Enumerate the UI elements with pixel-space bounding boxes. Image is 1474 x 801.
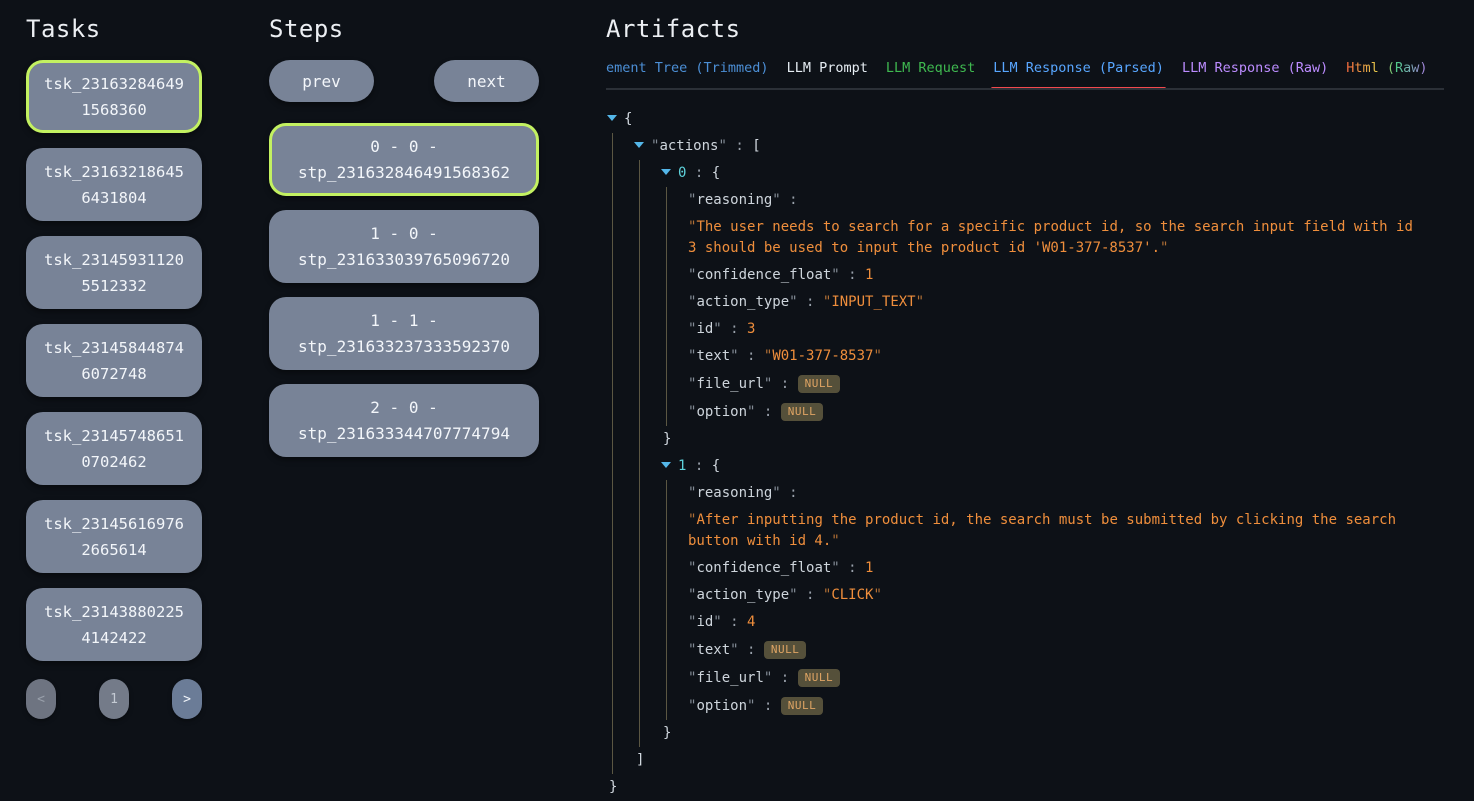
tab-llm-request[interactable]: LLM Request [886,60,975,77]
task-button[interactable]: tsk_231458448746072748 [26,324,202,397]
collapse-arrow-icon[interactable] [607,115,617,121]
json-row: 1 : { [661,453,1418,480]
json-row: "reasoning" : [688,187,1418,214]
json-row: "confidence_float" : 1 [688,555,1418,582]
null-badge: NULL [798,669,841,687]
step-button[interactable]: 0 - 0 - stp_231632846491568362 [269,123,539,196]
step-list: 0 - 0 - stp_231632846491568362 1 - 0 - st… [269,123,539,457]
json-row: "file_url" : NULL [688,664,1418,692]
json-row: "confidence_float" : 1 [688,262,1418,289]
json-row: } [607,774,1418,801]
tasks-pagination: < 1 > [26,679,202,719]
json-children: "actions" : [0 : {"reasoning" :"The user… [612,133,1418,774]
collapse-arrow-icon[interactable] [661,462,671,468]
steps-title: Steps [269,14,539,44]
tab-llm-prompt[interactable]: LLM Prompt [787,60,868,77]
step-button[interactable]: 1 - 0 - stp_231633039765096720 [269,210,539,283]
null-badge: NULL [764,641,807,659]
json-row: "file_url" : NULL [688,370,1418,398]
json-row: "The user needs to search for a specific… [688,214,1418,262]
json-row: { [607,106,1418,133]
json-row: 0 : { [661,160,1418,187]
step-button[interactable]: 1 - 1 - stp_231633237333592370 [269,297,539,370]
json-row: "action_type" : "CLICK" [688,582,1418,609]
tab-html-raw[interactable]: Html (Raw) [1346,60,1427,77]
prev-step-button[interactable]: prev [269,60,374,102]
tab-ement-tree-trimmed[interactable]: ement Tree (Trimmed) [606,60,769,77]
json-children: "reasoning" :"The user needs to search f… [666,187,1418,426]
json-row: "option" : NULL [688,692,1418,720]
task-list: tsk_231632846491568360 tsk_23163218645643… [26,60,202,661]
pagination-next-button[interactable]: > [172,679,202,719]
collapse-arrow-icon[interactable] [661,169,671,175]
next-step-button[interactable]: next [434,60,539,102]
tab-llm-response-raw[interactable]: LLM Response (Raw) [1182,60,1328,77]
artifacts-title: Artifacts [606,14,1446,44]
task-button[interactable]: tsk_231632186456431804 [26,148,202,221]
tasks-panel: Tasks tsk_231632846491568360 tsk_23163218… [26,0,202,719]
json-row: } [661,720,1418,747]
pagination-page-button[interactable]: 1 [99,679,129,719]
json-row: "reasoning" : [688,480,1418,507]
json-row: "id" : 4 [688,609,1418,636]
artifact-tabs: ement Tree (Trimmed) LLM Prompt LLM Reques… [606,60,1444,90]
collapse-arrow-icon[interactable] [634,142,644,148]
json-row: "text" : NULL [688,636,1418,664]
steps-nav-row: prev next [269,60,539,102]
task-button[interactable]: tsk_231632846491568360 [26,60,202,133]
task-button[interactable]: tsk_231457486510702462 [26,412,202,485]
json-row: "id" : 3 [688,316,1418,343]
task-button[interactable]: tsk_231459311205512332 [26,236,202,309]
artifacts-panel: Artifacts ement Tree (Trimmed) LLM Prompt… [606,0,1446,801]
pagination-prev-button[interactable]: < [26,679,56,719]
json-row: } [661,426,1418,453]
tab-llm-response-parsed[interactable]: LLM Response (Parsed) [993,60,1164,77]
null-badge: NULL [781,697,824,715]
json-row: "text" : "W01-377-8537" [688,343,1418,370]
json-row: "After inputting the product id, the sea… [688,507,1418,555]
null-badge: NULL [781,403,824,421]
task-button[interactable]: tsk_231456169762665614 [26,500,202,573]
json-children: "reasoning" :"After inputting the produc… [666,480,1418,720]
json-children: 0 : {"reasoning" :"The user needs to sea… [639,160,1418,747]
json-row: "actions" : [ [634,133,1418,160]
json-row: "action_type" : "INPUT_TEXT" [688,289,1418,316]
steps-panel: Steps prev next 0 - 0 - stp_231632846491… [269,0,539,471]
task-button[interactable]: tsk_231438802254142422 [26,588,202,661]
null-badge: NULL [798,375,841,393]
tasks-title: Tasks [26,14,202,44]
json-row: ] [634,747,1418,774]
json-viewer: {"actions" : [0 : {"reasoning" :"The use… [606,106,1418,801]
step-button[interactable]: 2 - 0 - stp_231633344707774794 [269,384,539,457]
json-row: "option" : NULL [688,398,1418,426]
